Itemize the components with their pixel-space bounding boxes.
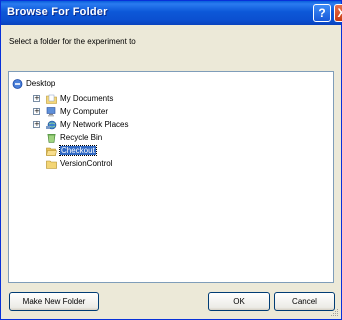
documents-folder-icon [46,94,57,104]
tree-item-desktop[interactable]: Desktop [12,78,55,89]
cancel-button[interactable]: Cancel [274,292,335,311]
folder-open-icon [46,147,57,156]
window-title: Browse For Folder [7,6,108,18]
tree-item-label: Recycle Bin [60,133,103,142]
tree-item-label: My Documents [60,94,114,103]
folder-tree[interactable]: Desktop + My Documents + My Computer + M… [8,71,334,283]
computer-icon [46,106,56,116]
help-icon: ? [318,6,326,20]
ok-button[interactable]: OK [208,292,270,311]
tree-item-my-network-places[interactable]: My Network Places [46,119,128,130]
tree-item-label: My Computer [60,107,109,116]
tree-item-my-computer[interactable]: My Computer [46,106,108,117]
tree-item-label: Desktop [26,79,56,88]
close-button[interactable]: X [334,4,342,22]
tree-item-label: VersionControl [60,159,113,168]
expand-my-network-places[interactable]: + [33,121,40,128]
folder-icon [46,160,57,169]
tree-item-label: Checkout [59,145,97,156]
help-button[interactable]: ? [313,4,331,22]
expand-my-computer[interactable]: + [33,108,40,115]
browse-for-folder-dialog: Browse For Folder ? X Select a folder fo… [0,0,342,320]
tree-item-recycle-bin[interactable]: Recycle Bin [46,132,102,143]
tree-item-checkout[interactable]: Checkout [46,145,97,156]
recycle-bin-icon [47,133,56,143]
expand-my-documents[interactable]: + [33,95,40,102]
title-bar[interactable]: Browse For Folder ? X [1,1,342,25]
desktop-icon [12,78,23,89]
make-new-folder-button[interactable]: Make New Folder [9,292,99,311]
tree-item-versioncontrol[interactable]: VersionControl [46,158,112,169]
tree-item-label: My Network Places [60,120,129,129]
resize-grip-icon[interactable] [330,308,339,317]
tree-item-my-documents[interactable]: My Documents [46,93,113,104]
dialog-prompt: Select a folder for the experiment to [9,37,136,46]
network-places-icon [46,120,57,129]
close-icon: X [337,6,342,20]
